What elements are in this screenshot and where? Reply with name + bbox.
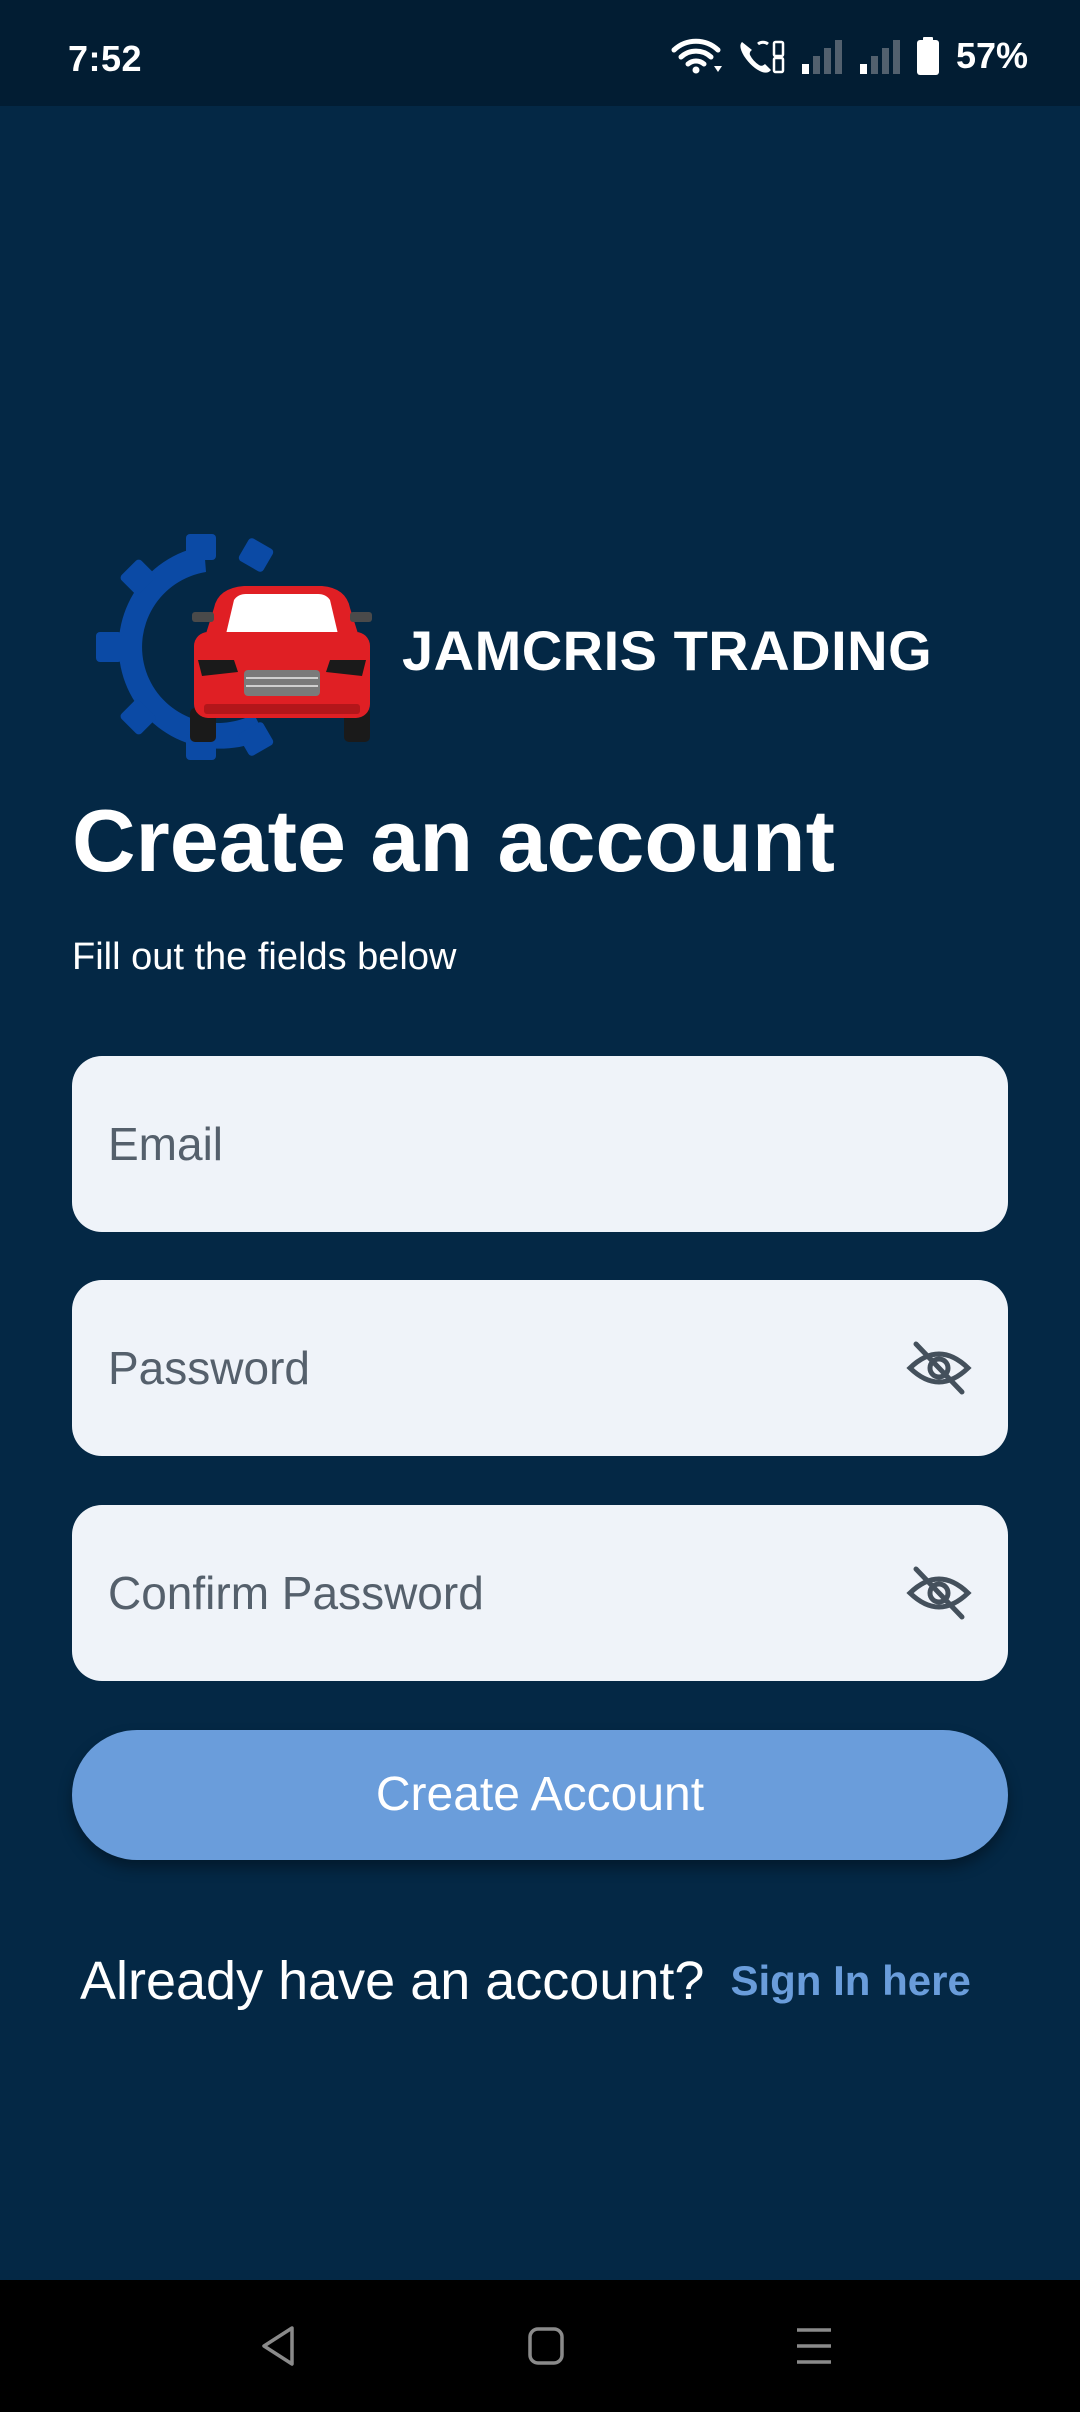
status-icons: 57% (670, 34, 1028, 78)
status-time: 7:52 (68, 38, 143, 79)
signal-icon (859, 40, 900, 74)
page-title: Create an account (72, 791, 835, 890)
email-placeholder: Email (108, 1118, 224, 1170)
email-field[interactable]: Email (72, 1056, 1008, 1232)
brand-name: JAMCRIS TRADING (402, 619, 933, 682)
battery-icon (916, 37, 939, 75)
navigation-bar (0, 2280, 1080, 2412)
eye-off-icon[interactable] (906, 1338, 972, 1398)
gear-car-logo-icon (96, 534, 372, 760)
eye-off-icon[interactable] (906, 1563, 972, 1623)
password-placeholder: Password (108, 1342, 310, 1394)
confirm-password-field[interactable]: Confirm Password (72, 1505, 1008, 1681)
wifi-icon (671, 38, 722, 74)
create-account-screen: 7:52 57% JAMCRIS TRADING Create an accou… (0, 0, 1080, 2412)
volte-call-icon (740, 40, 785, 74)
battery-percentage: 57% (955, 35, 1028, 76)
confirm-password-placeholder: Confirm Password (108, 1567, 484, 1619)
password-field[interactable]: Password (72, 1280, 1008, 1456)
home-icon[interactable] (526, 2324, 566, 2368)
signin-row: Already have an account? Sign In here (80, 1946, 1010, 2016)
signin-prompt: Already have an account? (80, 1951, 705, 2011)
page-subtitle: Fill out the fields below (72, 936, 457, 978)
back-icon[interactable] (258, 2324, 298, 2368)
status-bar: 7:52 57% (0, 0, 1080, 106)
signin-link[interactable]: Sign In here (730, 1957, 970, 2005)
brand-logo: JAMCRIS TRADING (94, 528, 994, 768)
create-account-button[interactable]: Create Account (72, 1730, 1008, 1860)
recents-icon[interactable] (794, 2324, 834, 2368)
signal-icon (801, 40, 842, 74)
